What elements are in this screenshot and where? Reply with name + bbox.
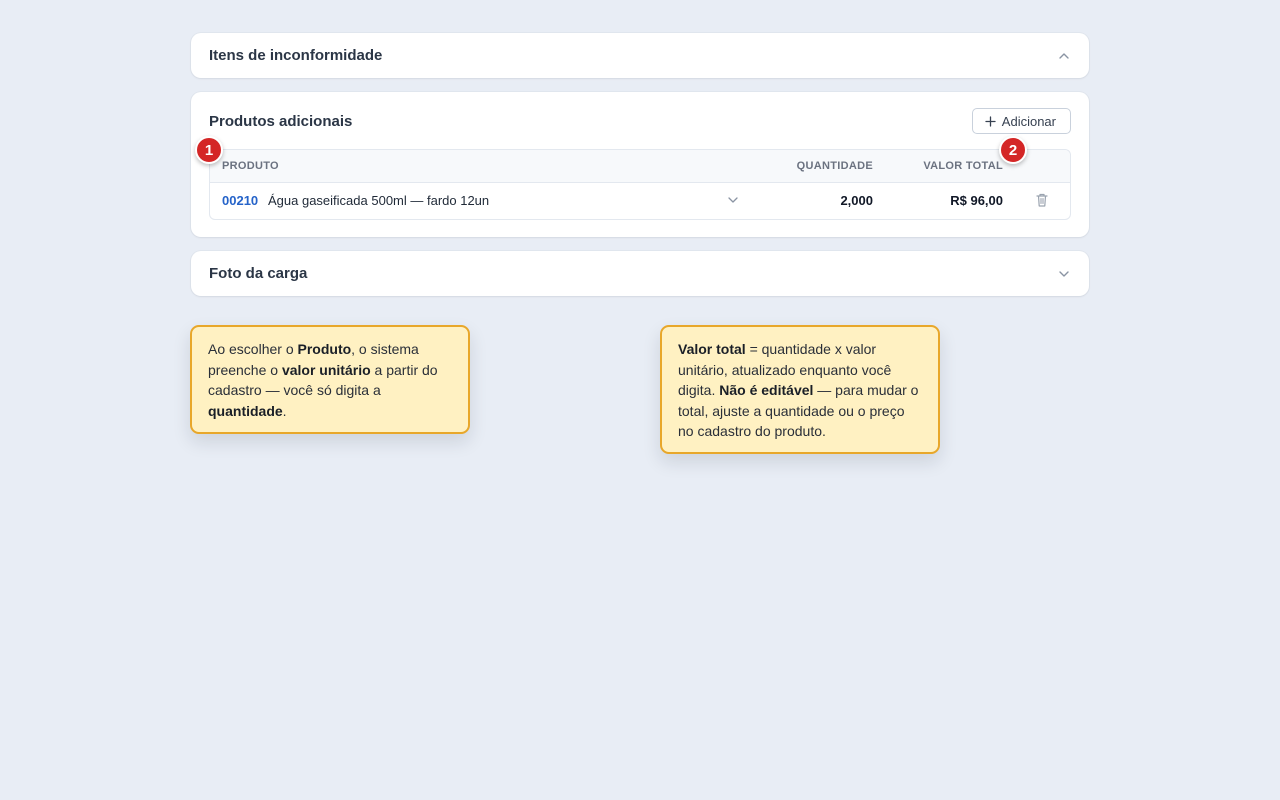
note-emphasis: quantidade (208, 402, 283, 419)
products-table: PRODUTO QUANTIDADE VALOR TOTAL 00210 Águ… (209, 149, 1071, 220)
section-title-foto: Foto da carga (209, 265, 308, 282)
note-emphasis: Não é editável (719, 382, 814, 398)
note-text: . (282, 402, 287, 419)
section-foto-da-carga[interactable]: Foto da carga (191, 251, 1089, 296)
chevron-down-icon[interactable] (727, 194, 739, 206)
table-row: 00210 Água gaseificada 500ml — fardo 12u… (210, 183, 1070, 219)
trash-icon[interactable] (1035, 192, 1049, 208)
total-value: R$ 96,00 (950, 193, 1003, 208)
section-produtos-adicionais: Produtos adicionais Adicionar PRODUTO QU… (191, 92, 1089, 237)
note-emphasis: Produto (297, 341, 352, 357)
section-header-produtos: Produtos adicionais Adicionar (209, 108, 1071, 134)
section-itens-inconformidade[interactable]: Itens de inconformidade (191, 33, 1089, 78)
product-code[interactable]: 00210 (222, 193, 258, 208)
column-header-quantidade: QUANTIDADE (796, 160, 873, 172)
plus-icon (985, 115, 996, 127)
product-select[interactable]: Água gaseificada 500ml — fardo 12un (268, 193, 489, 208)
callout-note-produto: Ao escolher o Produto, o sistema preench… (190, 325, 470, 434)
note-emphasis: Valor total (678, 341, 746, 357)
column-header-produto: PRODUTO (222, 160, 279, 172)
table-header: PRODUTO QUANTIDADE VALOR TOTAL (210, 150, 1070, 183)
section-title-itens: Itens de inconformidade (209, 47, 383, 64)
note-emphasis: valor unitário (281, 361, 371, 378)
callout-note-valor-total: Valor total = quantidade x valor unitári… (660, 325, 940, 454)
chevron-down-icon[interactable] (1057, 267, 1071, 281)
section-title-produtos: Produtos adicionais (209, 112, 353, 130)
callout-badge-2: 2 (999, 136, 1027, 164)
add-product-button[interactable]: Adicionar (971, 108, 1071, 134)
add-product-label: Adicionar (1001, 113, 1056, 129)
quantity-field[interactable]: 2,000 (840, 193, 873, 208)
column-header-valor-total: VALOR TOTAL (923, 160, 1003, 172)
note-text: Ao escolher o (208, 341, 298, 357)
chevron-up-icon[interactable] (1057, 49, 1071, 63)
callout-badge-1: 1 (195, 136, 223, 164)
